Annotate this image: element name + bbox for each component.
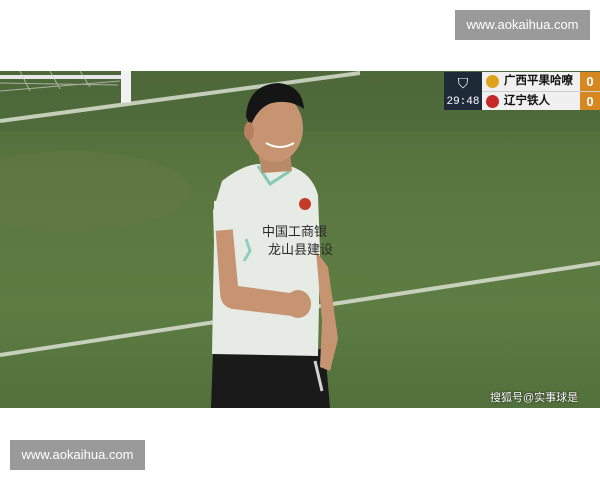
worn-turf [0, 151, 190, 231]
home-crest-icon [486, 75, 499, 88]
watermark-top[interactable]: www.aokaihua.com [455, 10, 590, 40]
scoreboard: ⛉ 29:48 广西平果哈嘹 0 辽宁铁人 0 [444, 72, 600, 110]
scoreboard-row-away: 辽宁铁人 0 [482, 91, 600, 110]
home-score: 0 [580, 72, 600, 91]
player-hand [285, 290, 311, 318]
watermark-bottom[interactable]: www.aokaihua.com [10, 440, 145, 470]
league-logo-icon: ⛉ [444, 72, 482, 94]
away-team-name: 辽宁铁人 [504, 95, 550, 107]
jersey-sponsor-line1: 中国工商银 [262, 225, 327, 240]
video-frame: 中国工商银 龙山县建设 ⛉ 29:48 广西平果哈嘹 0 辽宁铁人 0 搜狐号@… [0, 71, 600, 408]
jersey-crest [299, 198, 311, 210]
home-team-name: 广西平果哈嘹 [504, 75, 573, 87]
match-clock: 29:48 [444, 94, 482, 110]
match-scene: 中国工商银 龙山县建设 [0, 71, 600, 408]
away-crest-icon [486, 95, 499, 108]
away-score: 0 [580, 92, 600, 110]
scoreboard-row-home: 广西平果哈嘹 0 [482, 72, 600, 91]
player-shorts [211, 349, 330, 408]
jersey-sponsor-line2: 龙山县建设 [268, 243, 333, 258]
source-credit: 搜狐号@实事球是 [490, 392, 579, 404]
